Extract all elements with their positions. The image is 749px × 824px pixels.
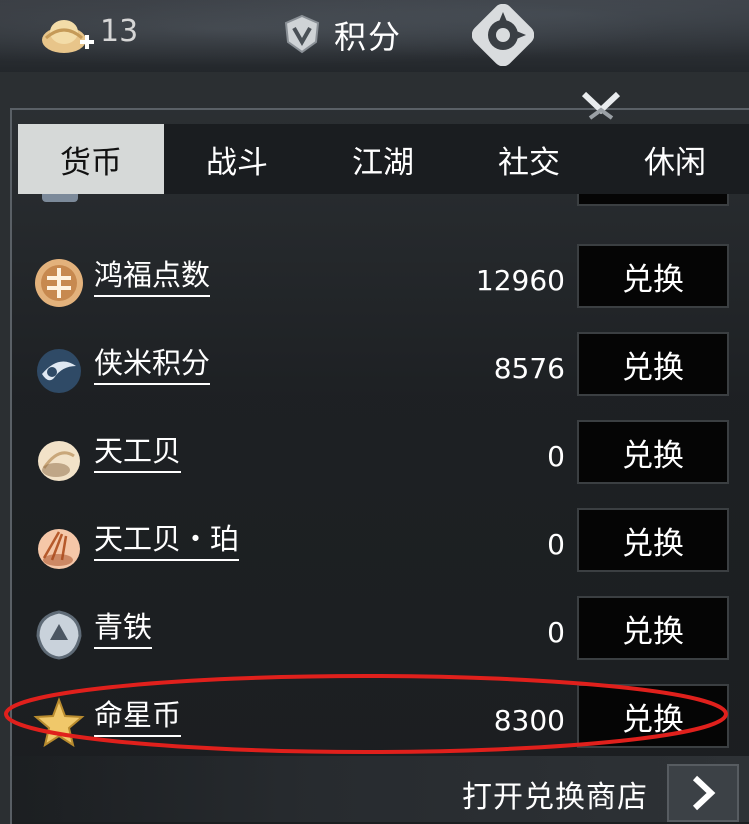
chevron-right-icon: [692, 775, 716, 811]
list-item: 青铁 0 兑换: [18, 596, 749, 684]
tab-leisure[interactable]: 休闲: [602, 124, 748, 194]
currency-value: 12960: [475, 264, 565, 297]
currency-name[interactable]: 天工贝・珀: [94, 522, 240, 561]
exchange-button-partial[interactable]: [577, 194, 729, 206]
exchange-button[interactable]: 兑换: [577, 244, 729, 308]
category-tabs: 货币 战斗 江湖 社交 休闲: [18, 124, 749, 194]
iron-badge-icon: [32, 608, 86, 662]
exchange-button[interactable]: 兑换: [577, 684, 729, 748]
currency-name[interactable]: 侠米积分: [94, 346, 211, 385]
score-label: 积分: [334, 18, 403, 56]
close-icon[interactable]: [576, 88, 626, 128]
currency-name[interactable]: 青铁: [94, 610, 153, 649]
top-resource-bar: 13 积分: [0, 0, 749, 72]
currency-name[interactable]: 天工贝: [94, 434, 182, 473]
open-shop-label[interactable]: 打开兑换商店: [462, 772, 648, 816]
exchange-button[interactable]: 兑换: [577, 332, 729, 396]
currency-value: 8576: [493, 352, 565, 385]
list-item: 天工贝 0 兑换: [18, 420, 749, 508]
exchange-button[interactable]: 兑换: [577, 508, 729, 572]
tab-jianghu[interactable]: 江湖: [310, 124, 456, 194]
ingot-plus-icon[interactable]: [40, 10, 96, 56]
amber-shell-icon: [32, 520, 86, 574]
open-shop-button[interactable]: [667, 764, 739, 822]
currency-list[interactable]: 鸿福点数 12960 兑换 侠米积分 8576 兑换 天工贝 0 兑换 天工贝・…: [18, 194, 749, 754]
list-item-partial: [18, 194, 749, 234]
star-coin-icon: [32, 696, 86, 750]
shell-icon: [32, 432, 86, 486]
swirl-emblem-icon: [32, 344, 86, 398]
fortune-coin-icon: [32, 256, 86, 310]
tab-currency[interactable]: 货币: [18, 124, 164, 194]
currency-value: 0: [547, 440, 565, 473]
list-item: 命星币 8300 兑换: [18, 684, 749, 754]
currency-name[interactable]: 鸿福点数: [94, 258, 211, 297]
tab-combat[interactable]: 战斗: [164, 124, 310, 194]
list-item: 天工贝・珀 0 兑换: [18, 508, 749, 596]
list-item: 侠米积分 8576 兑换: [18, 332, 749, 420]
currency-name[interactable]: 命星币: [94, 698, 182, 737]
emblem-icon[interactable]: [471, 3, 535, 67]
currency-value: 0: [547, 528, 565, 561]
scroll-icon: [32, 194, 86, 212]
shield-score-icon: [282, 14, 322, 54]
coin-count: 13: [100, 14, 139, 49]
exchange-button[interactable]: 兑换: [577, 596, 729, 660]
currency-value: 0: [547, 616, 565, 649]
list-item: 鸿福点数 12960 兑换: [18, 244, 749, 332]
tab-social[interactable]: 社交: [456, 124, 602, 194]
exchange-button[interactable]: 兑换: [577, 420, 729, 484]
currency-value: 8300: [493, 704, 565, 737]
